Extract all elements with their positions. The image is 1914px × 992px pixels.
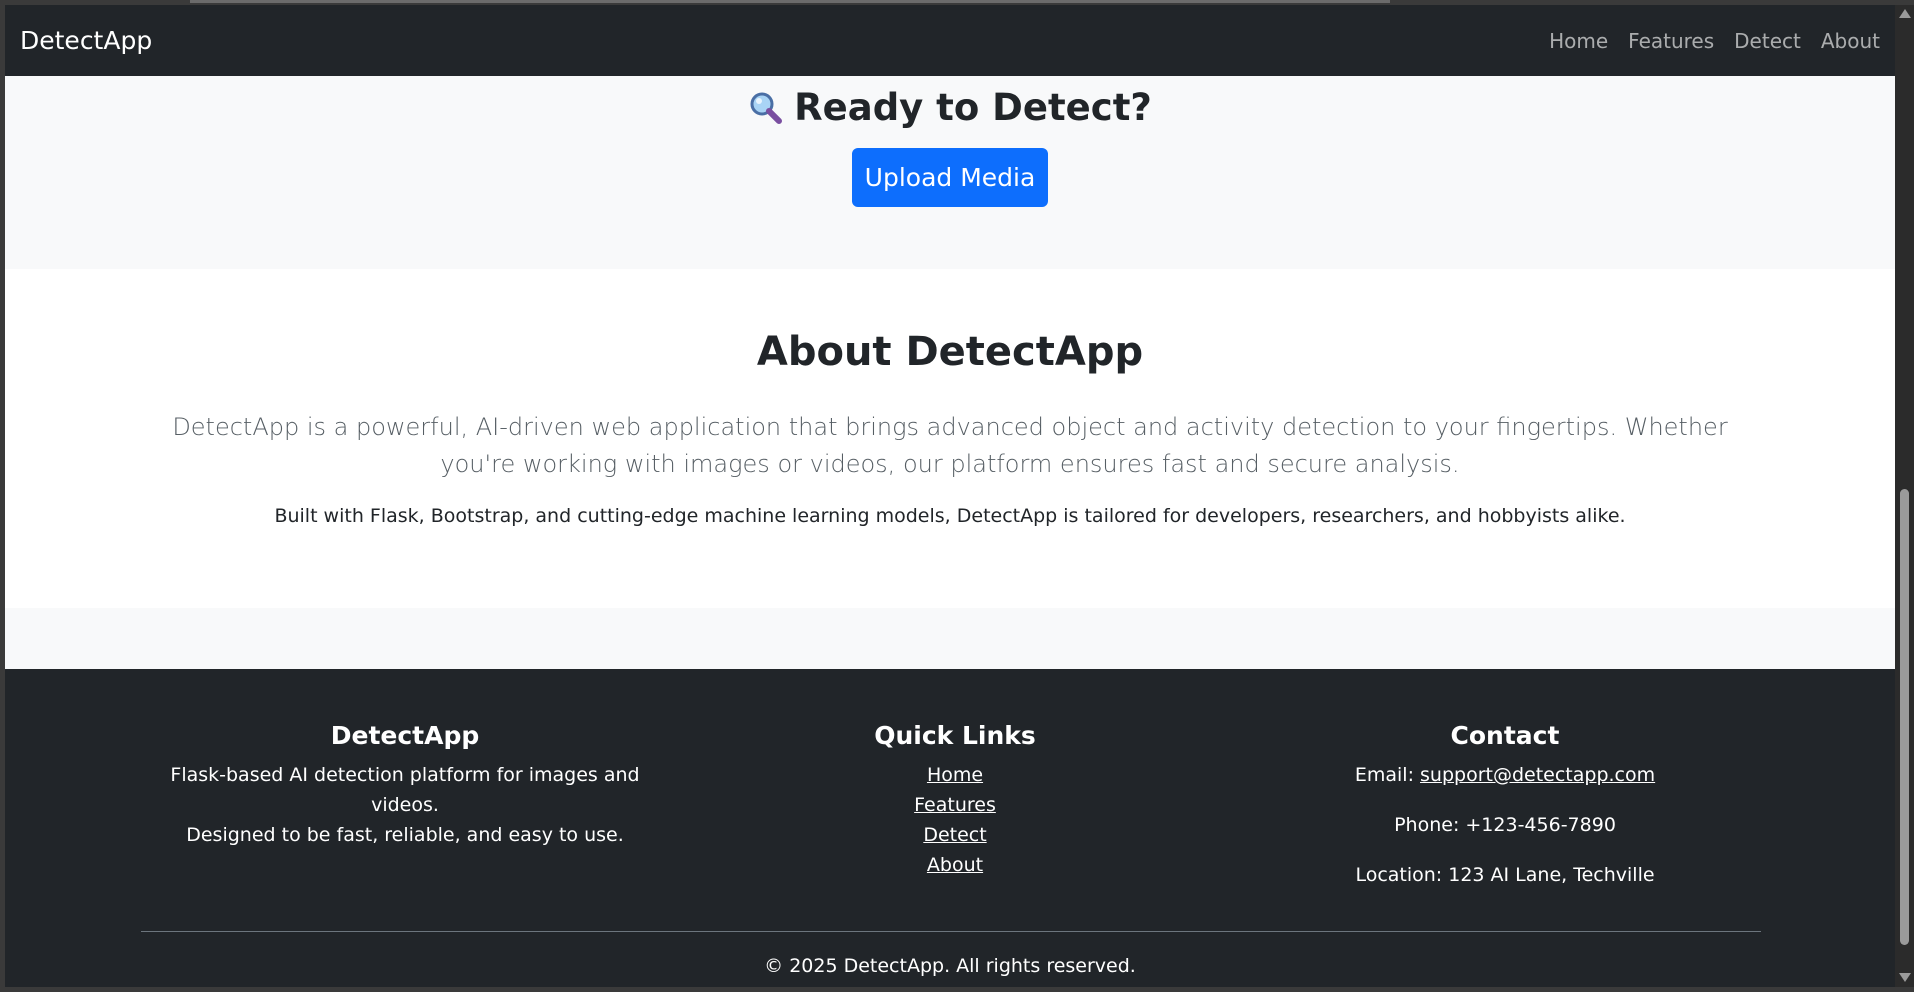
about-lead-paragraph: DetectApp is a powerful, AI-driven web a…	[172, 413, 1728, 478]
footer-email-link[interactable]: support@detectapp.com	[1420, 764, 1655, 786]
magnifier-icon	[748, 90, 783, 133]
footer-quick-links-title: Quick Links	[874, 721, 1036, 750]
upload-media-button[interactable]: Upload Media	[852, 148, 1048, 207]
scroll-up-arrow-icon[interactable]	[1899, 9, 1911, 18]
section-spacer	[5, 608, 1895, 669]
footer: DetectApp Flask-based AI detection platf…	[5, 669, 1895, 987]
footer-location: Location: 123 AI Lane, Techville	[1355, 864, 1655, 886]
ready-heading: Ready to Detect?	[5, 86, 1895, 133]
footer-contact-column: Contact Email: support@detectapp.com Pho…	[1245, 721, 1765, 910]
footer-brand-line1: Flask-based AI detection platform for im…	[170, 764, 640, 816]
scroll-down-arrow-icon[interactable]	[1899, 973, 1911, 982]
about-heading: About DetectApp	[756, 329, 1144, 375]
footer-link-detect[interactable]: Detect	[695, 820, 1215, 850]
vertical-scrollbar[interactable]	[1895, 5, 1914, 987]
navbar-links: Home Features Detect About	[1549, 29, 1880, 53]
about-section: About DetectApp DetectApp is a powerful,…	[5, 269, 1895, 608]
footer-contact-title: Contact	[1450, 721, 1560, 750]
footer-link-features[interactable]: Features	[695, 790, 1215, 820]
page-viewport: DetectApp Home Features Detect About Rea…	[5, 5, 1895, 987]
footer-brand-title: DetectApp	[330, 721, 480, 750]
about-body-paragraph: Built with Flask, Bootstrap, and cutting…	[274, 505, 1626, 527]
browser-window: DetectApp Home Features Detect About Rea…	[0, 0, 1914, 992]
footer-brand-line2: Designed to be fast, reliable, and easy …	[186, 824, 624, 846]
footer-email-line: Email: support@detectapp.com	[1245, 760, 1765, 790]
nav-link-detect[interactable]: Detect	[1734, 29, 1801, 53]
scrollbar-thumb[interactable]	[1900, 489, 1909, 945]
footer-link-about[interactable]: About	[695, 850, 1215, 880]
ready-section: Ready to Detect? Upload Media	[5, 76, 1895, 269]
footer-email-label: Email:	[1354, 764, 1421, 786]
footer-copyright: © 2025 DetectApp. All rights reserved.	[764, 955, 1136, 977]
nav-link-about[interactable]: About	[1821, 29, 1880, 53]
footer-brand-column: DetectApp Flask-based AI detection platf…	[145, 721, 665, 850]
footer-divider	[141, 931, 1761, 932]
nav-link-features[interactable]: Features	[1628, 29, 1714, 53]
navbar: DetectApp Home Features Detect About	[5, 5, 1895, 76]
footer-link-home[interactable]: Home	[695, 760, 1215, 790]
nav-link-home[interactable]: Home	[1549, 29, 1608, 53]
navbar-brand[interactable]: DetectApp	[20, 26, 152, 55]
footer-phone: Phone: +123-456-7890	[1394, 814, 1616, 836]
footer-quick-links-column: Quick Links Home Features Detect About	[695, 721, 1215, 880]
ready-title-text: Ready to Detect?	[794, 86, 1152, 129]
window-top-strip	[190, 0, 1390, 3]
